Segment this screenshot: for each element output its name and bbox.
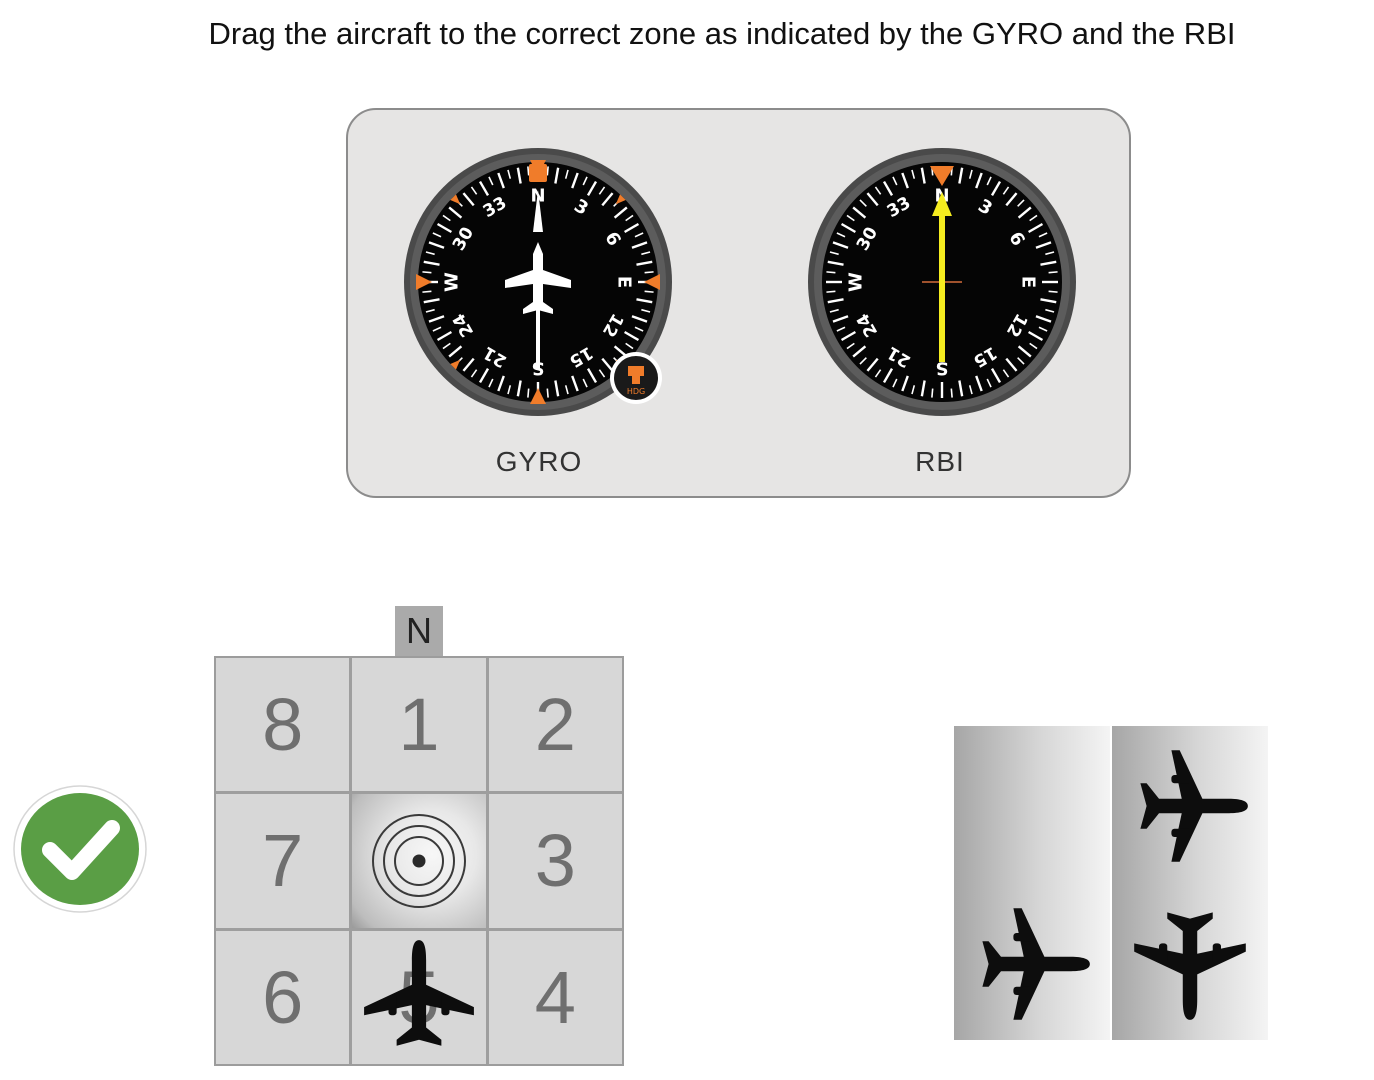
aircraft-tray-right <box>1112 726 1268 1040</box>
svg-text:W: W <box>442 272 463 292</box>
aircraft-tray-left <box>954 726 1110 1040</box>
zone-4[interactable]: 4 <box>488 930 622 1064</box>
draggable-aircraft-south[interactable] <box>1128 900 1252 1024</box>
zone-8[interactable]: 8 <box>216 658 350 792</box>
gyro-gauge: N36E1215S2124W3033HDG <box>402 146 674 418</box>
svg-text:E: E <box>614 276 635 288</box>
draggable-aircraft-east-2[interactable] <box>1128 744 1252 868</box>
zone-3[interactable]: 3 <box>488 794 622 928</box>
draggable-aircraft-east-1[interactable] <box>970 902 1094 1026</box>
rbi-gauge: N36E1215S2124W3033 <box>806 146 1078 418</box>
correct-feedback-icon <box>12 784 148 914</box>
north-indicator: N <box>395 606 443 656</box>
rbi-label: RBI <box>915 446 965 477</box>
svg-text:E: E <box>1018 276 1039 288</box>
aircraft-icon <box>1140 750 1248 862</box>
aircraft-icon <box>1134 912 1246 1020</box>
aircraft-icon <box>364 940 474 1046</box>
svg-text:W: W <box>846 272 867 292</box>
zone-1[interactable]: 1 <box>352 658 486 792</box>
instruction-text: Drag the aircraft to the correct zone as… <box>208 16 1236 51</box>
ndb-station <box>352 794 486 928</box>
instrument-panel: N36E1215S2124W3033HDG GYRO N36E1215S2124… <box>346 108 1131 498</box>
svg-text:HDG: HDG <box>627 387 645 396</box>
zone-7[interactable]: 7 <box>216 794 350 928</box>
zone-6[interactable]: 6 <box>216 930 350 1064</box>
gyro-label: GYRO <box>495 446 583 477</box>
placed-aircraft[interactable] <box>358 934 480 1060</box>
zone-2[interactable]: 2 <box>488 658 622 792</box>
aircraft-icon <box>982 908 1090 1020</box>
beacon-icon <box>371 813 466 908</box>
